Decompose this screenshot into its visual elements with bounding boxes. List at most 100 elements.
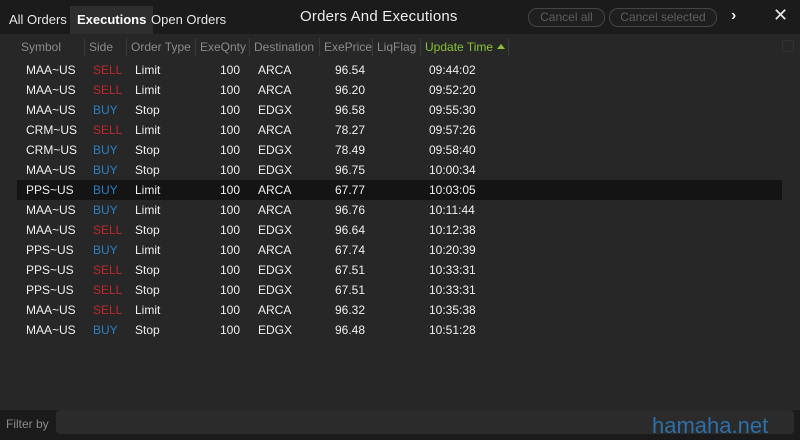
table-row[interactable]: CRM~US SELL Limit 100 ARCA 78.27 09:57:26 <box>17 120 782 140</box>
table-row[interactable]: CRM~US BUY Stop 100 EDGX 78.49 09:58:40 <box>17 140 782 160</box>
cell-update-time: 10:03:05 <box>429 183 476 197</box>
column-header-destination[interactable]: Destination <box>250 38 320 56</box>
table-row[interactable]: PPS~US BUY Limit 100 ARCA 67.74 10:20:39 <box>17 240 782 260</box>
cell-order-type: Stop <box>135 223 160 237</box>
table-header: Symbol Side Order Type ExeQnty Destinati… <box>17 38 794 56</box>
cell-symbol: MAA~US <box>26 103 76 117</box>
table-row[interactable]: MAA~US BUY Stop 100 EDGX 96.75 10:00:34 <box>17 160 782 180</box>
cell-exe-price: 67.77 <box>335 183 366 197</box>
cell-exe-qnty: 100 <box>220 223 241 237</box>
cell-order-type: Limit <box>135 63 161 77</box>
cell-exe-price: 67.51 <box>335 263 366 277</box>
cell-order-type: Limit <box>135 303 161 317</box>
column-chooser-icon[interactable] <box>782 40 794 52</box>
cell-side: SELL <box>93 283 123 297</box>
cell-update-time: 10:33:31 <box>429 283 476 297</box>
cell-side: BUY <box>93 183 118 197</box>
cell-order-type: Limit <box>135 183 161 197</box>
close-icon[interactable]: ✕ <box>773 5 788 26</box>
cell-exe-price: 78.49 <box>335 143 366 157</box>
cell-side: BUY <box>93 163 118 177</box>
tab-executions[interactable]: Executions <box>70 6 154 34</box>
cell-update-time: 09:44:02 <box>429 63 476 77</box>
cell-destination: EDGX <box>258 163 293 177</box>
cell-destination: ARCA <box>258 243 292 257</box>
table-row[interactable]: MAA~US SELL Limit 100 ARCA 96.32 10:35:38 <box>17 300 782 320</box>
cell-exe-qnty: 100 <box>220 323 241 337</box>
tab-all-orders[interactable]: All Orders <box>2 6 74 34</box>
cell-symbol: MAA~US <box>26 83 76 97</box>
cell-exe-price: 96.64 <box>335 223 366 237</box>
cell-symbol: CRM~US <box>26 143 78 157</box>
column-header-symbol[interactable]: Symbol <box>17 38 85 56</box>
cell-update-time: 10:12:38 <box>429 223 476 237</box>
cell-symbol: MAA~US <box>26 323 76 337</box>
cell-destination: ARCA <box>258 303 292 317</box>
table-row[interactable]: MAA~US SELL Stop 100 EDGX 96.64 10:12:38 <box>17 220 782 240</box>
cell-update-time: 10:00:34 <box>429 163 476 177</box>
chevron-right-icon[interactable]: › <box>731 7 736 25</box>
cell-destination: EDGX <box>258 103 293 117</box>
cell-destination: ARCA <box>258 63 292 77</box>
table-row[interactable]: PPS~US BUY Limit 100 ARCA 67.77 10:03:05 <box>17 180 782 200</box>
cell-exe-qnty: 100 <box>220 123 241 137</box>
column-header-update-time[interactable]: Update Time <box>421 38 509 56</box>
cell-destination: EDGX <box>258 223 293 237</box>
cell-exe-price: 96.76 <box>335 203 366 217</box>
table-row[interactable]: MAA~US BUY Limit 100 ARCA 96.76 10:11:44 <box>17 200 782 220</box>
cell-order-type: Limit <box>135 203 161 217</box>
cell-side: BUY <box>93 243 118 257</box>
column-header-side[interactable]: Side <box>85 38 127 56</box>
table-row[interactable]: MAA~US SELL Limit 100 ARCA 96.54 09:44:02 <box>17 60 782 80</box>
cell-exe-price: 96.58 <box>335 103 366 117</box>
cell-exe-qnty: 100 <box>220 183 241 197</box>
cell-exe-qnty: 100 <box>220 303 241 317</box>
cell-exe-qnty: 100 <box>220 63 241 77</box>
cancel-all-button[interactable]: Cancel all <box>528 8 605 27</box>
cell-destination: EDGX <box>258 263 293 277</box>
cell-symbol: MAA~US <box>26 163 76 177</box>
cell-update-time: 10:51:28 <box>429 323 476 337</box>
title-bar: All Orders Executions Open Orders Orders… <box>0 0 800 34</box>
cell-exe-qnty: 100 <box>220 203 241 217</box>
column-header-exe-qnty[interactable]: ExeQnty <box>196 38 250 56</box>
cell-side: SELL <box>93 263 123 277</box>
column-header-order-type[interactable]: Order Type <box>127 38 196 56</box>
table-row[interactable]: MAA~US BUY Stop 100 EDGX 96.48 10:51:28 <box>17 320 782 340</box>
cell-update-time: 09:55:30 <box>429 103 476 117</box>
cell-exe-qnty: 100 <box>220 163 241 177</box>
cell-symbol: MAA~US <box>26 203 76 217</box>
table-row[interactable]: PPS~US SELL Stop 100 EDGX 67.51 10:33:31 <box>17 280 782 300</box>
watermark: hamaha.net <box>652 413 769 438</box>
cell-side: SELL <box>93 63 123 77</box>
cell-update-time: 10:35:38 <box>429 303 476 317</box>
cell-order-type: Stop <box>135 163 160 177</box>
table-row[interactable]: MAA~US BUY Stop 100 EDGX 96.58 09:55:30 <box>17 100 782 120</box>
table-row[interactable]: PPS~US SELL Stop 100 EDGX 67.51 10:33:31 <box>17 260 782 280</box>
cell-update-time: 09:52:20 <box>429 83 476 97</box>
cell-side: BUY <box>93 103 118 117</box>
filter-label: Filter by <box>6 417 49 431</box>
cell-destination: ARCA <box>258 83 292 97</box>
column-header-exe-price[interactable]: ExePrice <box>320 38 373 56</box>
column-header-liq-flag[interactable]: LiqFlag <box>373 38 421 56</box>
cell-side: BUY <box>93 143 118 157</box>
cell-symbol: PPS~US <box>26 263 74 277</box>
cell-update-time: 09:57:26 <box>429 123 476 137</box>
tab-open-orders[interactable]: Open Orders <box>144 6 233 34</box>
cell-symbol: PPS~US <box>26 183 74 197</box>
cell-exe-qnty: 100 <box>220 283 241 297</box>
cell-order-type: Limit <box>135 83 161 97</box>
cell-destination: EDGX <box>258 283 293 297</box>
cell-exe-price: 96.54 <box>335 63 366 77</box>
cell-exe-qnty: 100 <box>220 263 241 277</box>
cell-order-type: Stop <box>135 143 160 157</box>
cell-side: SELL <box>93 123 123 137</box>
table-row[interactable]: MAA~US SELL Limit 100 ARCA 96.20 09:52:20 <box>17 80 782 100</box>
cancel-selected-button[interactable]: Cancel selected <box>609 8 717 27</box>
cell-side: BUY <box>93 203 118 217</box>
cell-order-type: Stop <box>135 283 160 297</box>
cell-destination: ARCA <box>258 203 292 217</box>
cell-update-time: 10:11:44 <box>429 203 475 217</box>
cell-exe-price: 67.51 <box>335 283 366 297</box>
